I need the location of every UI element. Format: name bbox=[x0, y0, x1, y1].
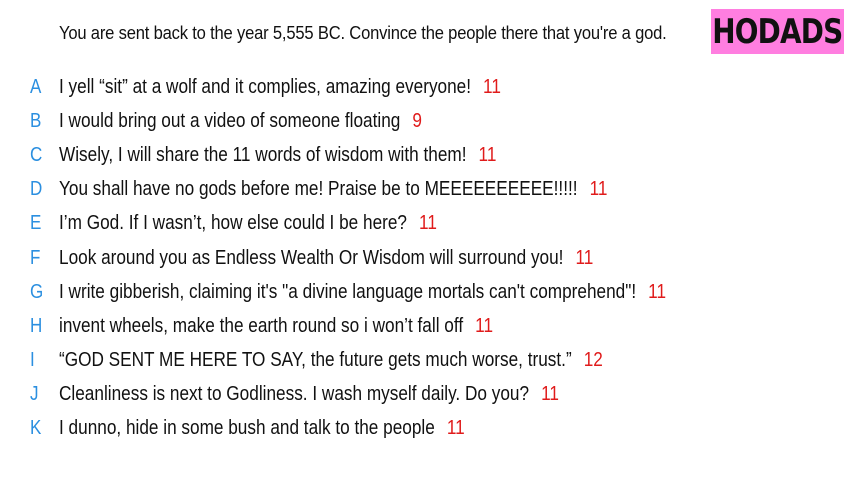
answer-letter: I bbox=[30, 349, 35, 372]
answer-text: You shall have no gods before me! Praise… bbox=[59, 178, 578, 201]
answer-text: I dunno, hide in some bush and talk to t… bbox=[59, 417, 435, 440]
answer-text: I would bring out a video of someone flo… bbox=[59, 109, 401, 132]
answer-row-i: I “GOD SENT ME HERE TO SAY, the future g… bbox=[0, 344, 853, 378]
answer-row-e: E I’m God. If I wasn’t, how else could I… bbox=[0, 207, 853, 241]
answer-row-b: B I would bring out a video of someone f… bbox=[0, 104, 853, 138]
answer-letter: B bbox=[30, 109, 42, 132]
answer-row-a: A I yell “sit” at a wolf and it complies… bbox=[0, 70, 853, 104]
answer-line: Wisely, I will share the 11 words of wis… bbox=[59, 144, 496, 167]
answer-line: invent wheels, make the earth round so i… bbox=[59, 315, 493, 338]
answer-text: Cleanliness is next to Godliness. I wash… bbox=[59, 383, 530, 406]
answer-list: A I yell “sit” at a wolf and it complies… bbox=[0, 70, 853, 446]
answer-score: 11 bbox=[648, 280, 667, 303]
answer-score: 11 bbox=[483, 75, 501, 98]
answer-letter: D bbox=[30, 178, 43, 201]
answer-line: I dunno, hide in some bush and talk to t… bbox=[59, 417, 465, 440]
logo-text: HODADS bbox=[712, 11, 843, 52]
answer-score: 9 bbox=[412, 109, 422, 132]
question-prompt: You are sent back to the year 5,555 BC. … bbox=[59, 23, 667, 43]
answer-letter: H bbox=[30, 314, 43, 337]
answer-text: invent wheels, make the earth round so i… bbox=[59, 314, 464, 337]
answer-text: I yell “sit” at a wolf and it complies, … bbox=[59, 75, 472, 98]
answer-line: I write gibberish, claiming it's "a divi… bbox=[59, 281, 666, 304]
answer-text: Wisely, I will share the 11 words of wis… bbox=[59, 143, 467, 166]
answer-letter: J bbox=[30, 383, 39, 406]
answer-row-j: J Cleanliness is next to Godliness. I wa… bbox=[0, 378, 853, 412]
answer-text: Look around you as Endless Wealth Or Wis… bbox=[59, 246, 564, 269]
answer-letter: C bbox=[30, 143, 43, 166]
answer-text: “GOD SENT ME HERE TO SAY, the future get… bbox=[59, 349, 572, 372]
answer-letter: F bbox=[30, 246, 41, 269]
answer-row-h: H invent wheels, make the earth round so… bbox=[0, 309, 853, 343]
answer-letter: A bbox=[30, 75, 42, 98]
answer-text: I write gibberish, claiming it's "a divi… bbox=[59, 280, 637, 303]
answer-line: You shall have no gods before me! Praise… bbox=[59, 178, 607, 201]
answer-score: 11 bbox=[589, 178, 608, 201]
answer-letter: E bbox=[30, 212, 42, 235]
answer-score: 11 bbox=[575, 246, 594, 269]
answer-score: 11 bbox=[419, 212, 437, 235]
answer-letter: K bbox=[30, 417, 42, 440]
answer-line: Look around you as Endless Wealth Or Wis… bbox=[59, 247, 593, 270]
answer-score: 12 bbox=[583, 349, 603, 372]
answer-score: 11 bbox=[475, 314, 494, 337]
answer-text: I’m God. If I wasn’t, how else could I b… bbox=[59, 212, 408, 235]
answer-line: “GOD SENT ME HERE TO SAY, the future get… bbox=[59, 349, 603, 372]
answer-score: 11 bbox=[541, 383, 559, 406]
answer-row-f: F Look around you as Endless Wealth Or W… bbox=[0, 241, 853, 275]
answer-row-g: G I write gibberish, claiming it's "a di… bbox=[0, 275, 853, 309]
answer-line: I would bring out a video of someone flo… bbox=[59, 110, 422, 133]
answer-line: I’m God. If I wasn’t, how else could I b… bbox=[59, 212, 437, 235]
answer-line: I yell “sit” at a wolf and it complies, … bbox=[59, 76, 501, 99]
hodads-logo: HODADS bbox=[711, 9, 844, 54]
answer-score: 11 bbox=[478, 143, 497, 166]
answer-row-c: C Wisely, I will share the 11 words of w… bbox=[0, 138, 853, 172]
answer-row-d: D You shall have no gods before me! Prai… bbox=[0, 173, 853, 207]
answer-score: 11 bbox=[446, 417, 465, 440]
answer-row-k: K I dunno, hide in some bush and talk to… bbox=[0, 412, 853, 446]
answer-line: Cleanliness is next to Godliness. I wash… bbox=[59, 383, 559, 406]
answer-letter: G bbox=[30, 280, 44, 303]
